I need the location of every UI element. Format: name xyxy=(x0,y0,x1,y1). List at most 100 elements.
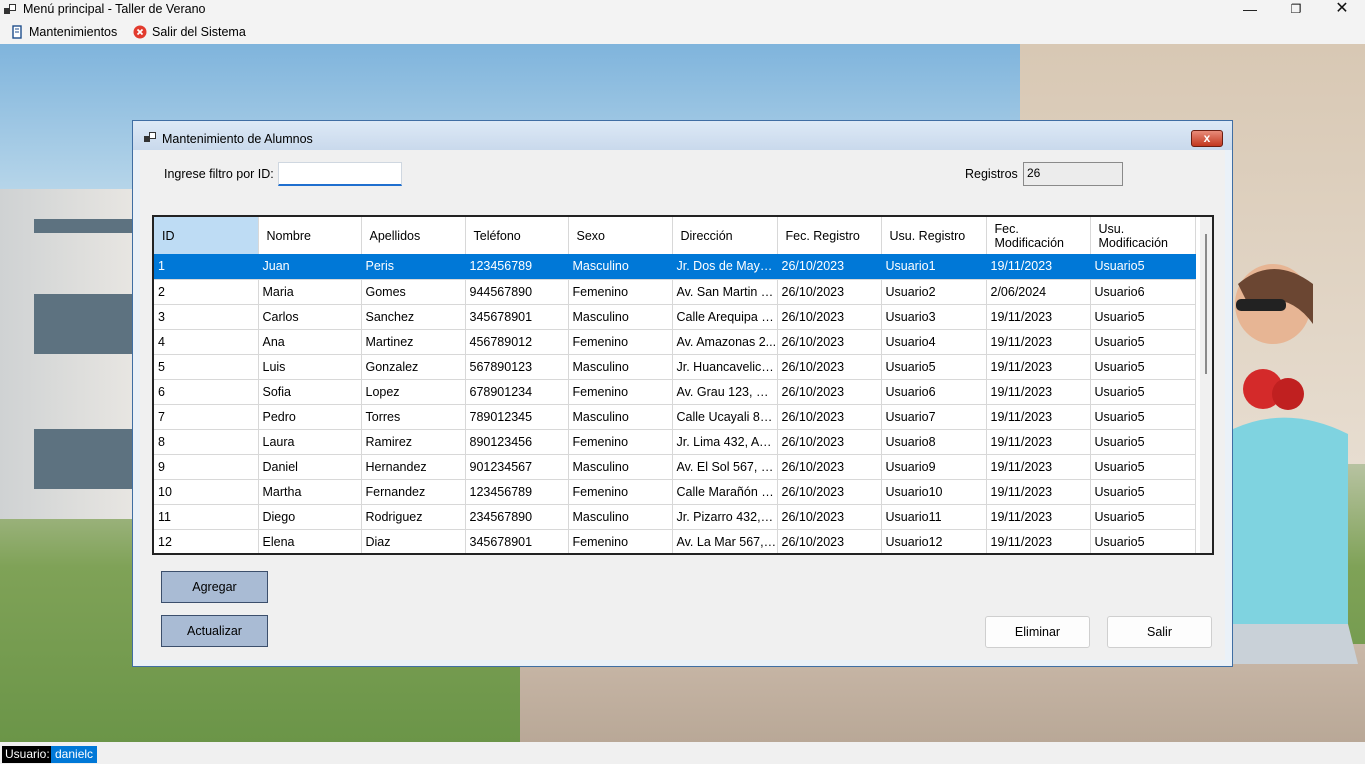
cell-id[interactable]: 5 xyxy=(154,354,259,380)
cell-fec-modificacion[interactable]: 19/11/2023 xyxy=(986,454,1091,480)
cell-usu-modificacion[interactable]: Usuario5 xyxy=(1090,254,1196,280)
cell-sexo[interactable]: Femenino xyxy=(568,429,673,455)
cell-sexo[interactable]: Femenino xyxy=(568,329,673,355)
cell-direccion[interactable]: Calle Arequipa 7... xyxy=(672,304,778,330)
cell-id[interactable]: 9 xyxy=(154,454,259,480)
table-row[interactable]: 2 Maria Gomes 944567890 Femenino Av. San Mart… xyxy=(154,279,1196,305)
cell-usu-registro[interactable]: Usuario9 xyxy=(881,454,987,480)
cell-fec-registro[interactable]: 26/10/2023 xyxy=(777,254,882,280)
cell-apellidos[interactable]: Gonzalez xyxy=(361,354,466,380)
cell-id[interactable]: 6 xyxy=(154,379,259,405)
cell-fec-modificacion[interactable]: 19/11/2023 xyxy=(986,354,1091,380)
cell-id[interactable]: 7 xyxy=(154,404,259,430)
cell-sexo[interactable]: Femenino xyxy=(568,379,673,405)
cell-nombre[interactable]: Daniel xyxy=(258,454,362,480)
table-row[interactable]: 5 Luis Gonzalez 567890123 Masculino Jr. Huanc… xyxy=(154,354,1196,380)
cell-nombre[interactable]: Ana xyxy=(258,329,362,355)
column-header-telefono[interactable]: Teléfono xyxy=(465,217,569,254)
cell-sexo[interactable]: Masculino xyxy=(568,504,673,530)
actualizar-button[interactable]: Actualizar xyxy=(161,615,268,647)
menu-mantenimientos[interactable]: Mantenimientos xyxy=(10,23,117,41)
column-header-sexo[interactable]: Sexo xyxy=(568,217,673,254)
cell-usu-modificacion[interactable]: Usuario5 xyxy=(1090,504,1196,530)
cell-apellidos[interactable]: Hernandez xyxy=(361,454,466,480)
minimize-button[interactable]: — xyxy=(1227,0,1273,20)
cell-id[interactable]: 4 xyxy=(154,329,259,355)
table-row[interactable]: 4 Ana Martinez 456789012 Femenino Av. Amazona… xyxy=(154,329,1196,355)
table-row[interactable]: 9 Daniel Hernandez 901234567 Masculino Av. El… xyxy=(154,454,1196,480)
cell-apellidos[interactable]: Peris xyxy=(361,254,466,280)
cell-fec-modificacion[interactable]: 19/11/2023 xyxy=(986,429,1091,455)
eliminar-button[interactable]: Eliminar xyxy=(985,616,1090,648)
cell-usu-modificacion[interactable]: Usuario5 xyxy=(1090,479,1196,505)
column-header-fec-modificacion[interactable]: Fec. Modificación xyxy=(986,217,1091,254)
cell-telefono[interactable]: 567890123 xyxy=(465,354,569,380)
column-header-apellidos[interactable]: Apellidos xyxy=(361,217,466,254)
cell-nombre[interactable]: Maria xyxy=(258,279,362,305)
cell-sexo[interactable]: Femenino xyxy=(568,279,673,305)
cell-nombre[interactable]: Luis xyxy=(258,354,362,380)
scrollbar-thumb[interactable] xyxy=(1205,234,1207,374)
cell-apellidos[interactable]: Ramirez xyxy=(361,429,466,455)
cell-id[interactable]: 3 xyxy=(154,304,259,330)
cell-usu-modificacion[interactable]: Usuario5 xyxy=(1090,529,1196,553)
alumnos-grid[interactable]: ID Nombre Apellidos Teléfono Sexo Direcc… xyxy=(152,215,1214,555)
cell-fec-registro[interactable]: 26/10/2023 xyxy=(777,304,882,330)
cell-usu-modificacion[interactable]: Usuario5 xyxy=(1090,404,1196,430)
cell-fec-registro[interactable]: 26/10/2023 xyxy=(777,329,882,355)
cell-fec-modificacion[interactable]: 19/11/2023 xyxy=(986,479,1091,505)
cell-telefono[interactable]: 123456789 xyxy=(465,479,569,505)
cell-nombre[interactable]: Elena xyxy=(258,529,362,553)
menu-salir-sistema[interactable]: Salir del Sistema xyxy=(133,23,246,41)
column-header-id[interactable]: ID xyxy=(154,217,259,254)
cell-usu-registro[interactable]: Usuario6 xyxy=(881,379,987,405)
cell-apellidos[interactable]: Fernandez xyxy=(361,479,466,505)
cell-direccion[interactable]: Jr. Huancavelica ... xyxy=(672,354,778,380)
close-window-button[interactable]: ✕ xyxy=(1319,0,1365,20)
cell-fec-registro[interactable]: 26/10/2023 xyxy=(777,404,882,430)
cell-nombre[interactable]: Sofia xyxy=(258,379,362,405)
cell-nombre[interactable]: Diego xyxy=(258,504,362,530)
cell-telefono[interactable]: 890123456 xyxy=(465,429,569,455)
cell-direccion[interactable]: Av. El Sol 567, C... xyxy=(672,454,778,480)
cell-fec-modificacion[interactable]: 19/11/2023 xyxy=(986,404,1091,430)
cell-telefono[interactable]: 678901234 xyxy=(465,379,569,405)
cell-nombre[interactable]: Juan xyxy=(258,254,362,280)
cell-apellidos[interactable]: Diaz xyxy=(361,529,466,553)
cell-id[interactable]: 10 xyxy=(154,479,259,505)
cell-fec-modificacion[interactable]: 19/11/2023 xyxy=(986,329,1091,355)
cell-direccion[interactable]: Av. San Martin 2... xyxy=(672,279,778,305)
table-row[interactable]: 12 Elena Diaz 345678901 Femenino Av. La Mar 5… xyxy=(154,529,1196,553)
cell-fec-registro[interactable]: 26/10/2023 xyxy=(777,429,882,455)
cell-fec-registro[interactable]: 26/10/2023 xyxy=(777,279,882,305)
cell-fec-modificacion[interactable]: 19/11/2023 xyxy=(986,379,1091,405)
column-header-usu-registro[interactable]: Usu. Registro xyxy=(881,217,987,254)
cell-telefono[interactable]: 345678901 xyxy=(465,529,569,553)
cell-usu-modificacion[interactable]: Usuario5 xyxy=(1090,304,1196,330)
column-header-usu-modificacion[interactable]: Usu. Modificación xyxy=(1090,217,1196,254)
cell-nombre[interactable]: Carlos xyxy=(258,304,362,330)
cell-sexo[interactable]: Masculino xyxy=(568,354,673,380)
cell-fec-modificacion[interactable]: 19/11/2023 xyxy=(986,254,1091,280)
cell-nombre[interactable]: Pedro xyxy=(258,404,362,430)
cell-apellidos[interactable]: Gomes xyxy=(361,279,466,305)
cell-telefono[interactable]: 456789012 xyxy=(465,329,569,355)
cell-direccion[interactable]: Av. Grau 123, Cu... xyxy=(672,379,778,405)
cell-sexo[interactable]: Masculino xyxy=(568,254,673,280)
cell-usu-registro[interactable]: Usuario4 xyxy=(881,329,987,355)
cell-nombre[interactable]: Martha xyxy=(258,479,362,505)
cell-usu-registro[interactable]: Usuario7 xyxy=(881,404,987,430)
table-row[interactable]: 10 Martha Fernandez 123456789 Femenino Calle … xyxy=(154,479,1196,505)
cell-direccion[interactable]: Jr. Dos de Mayo ... xyxy=(672,254,778,280)
cell-direccion[interactable]: Calle Ucayali 890... xyxy=(672,404,778,430)
cell-usu-registro[interactable]: Usuario1 xyxy=(881,254,987,280)
cell-direccion[interactable]: Av. Amazonas 2... xyxy=(672,329,778,355)
cell-telefono[interactable]: 234567890 xyxy=(465,504,569,530)
cell-apellidos[interactable]: Rodriguez xyxy=(361,504,466,530)
cell-fec-modificacion[interactable]: 2/06/2024 xyxy=(986,279,1091,305)
cell-direccion[interactable]: Calle Marañón 1... xyxy=(672,479,778,505)
cell-apellidos[interactable]: Torres xyxy=(361,404,466,430)
table-row[interactable]: 8 Laura Ramirez 890123456 Femenino Jr. Lima 4… xyxy=(154,429,1196,455)
cell-telefono[interactable]: 123456789 xyxy=(465,254,569,280)
dialog-close-button[interactable]: x xyxy=(1191,130,1223,147)
